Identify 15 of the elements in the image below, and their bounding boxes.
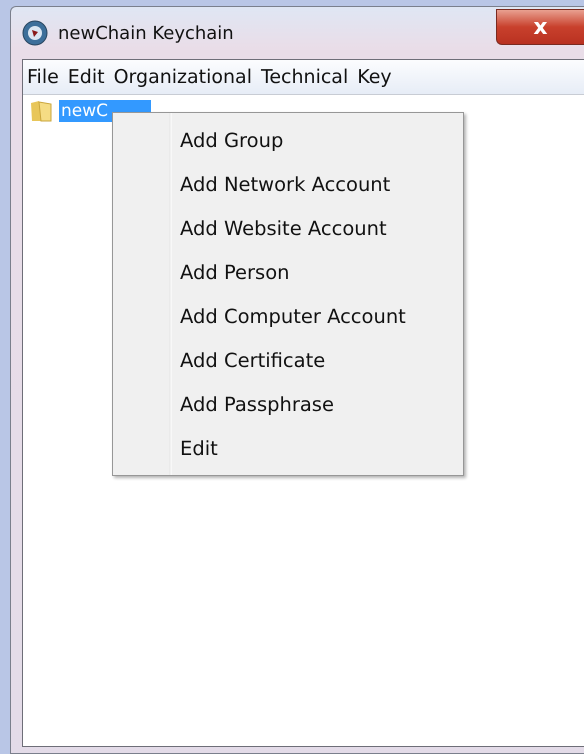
- menu-item[interactable]: Key: [357, 66, 392, 88]
- menu-item[interactable]: Technical: [260, 66, 348, 88]
- app-icon: [22, 20, 48, 46]
- menu-item[interactable]: Edit: [68, 66, 105, 88]
- menu-item[interactable]: File: [27, 66, 59, 88]
- context-menu-item[interactable]: Add Network Account: [113, 162, 463, 206]
- close-button[interactable]: x: [496, 9, 584, 45]
- context-menu-item[interactable]: Add Computer Account: [113, 294, 463, 338]
- context-menu-item[interactable]: Add Person: [113, 250, 463, 294]
- window-title: newChain Keychain: [58, 22, 234, 44]
- menu-item[interactable]: Organizational: [114, 66, 252, 88]
- context-menu-item[interactable]: Edit: [113, 426, 463, 470]
- context-menu-item[interactable]: Add Certificate: [113, 338, 463, 382]
- context-menu-item[interactable]: Add Website Account: [113, 206, 463, 250]
- context-menu-item[interactable]: Add Passphrase: [113, 382, 463, 426]
